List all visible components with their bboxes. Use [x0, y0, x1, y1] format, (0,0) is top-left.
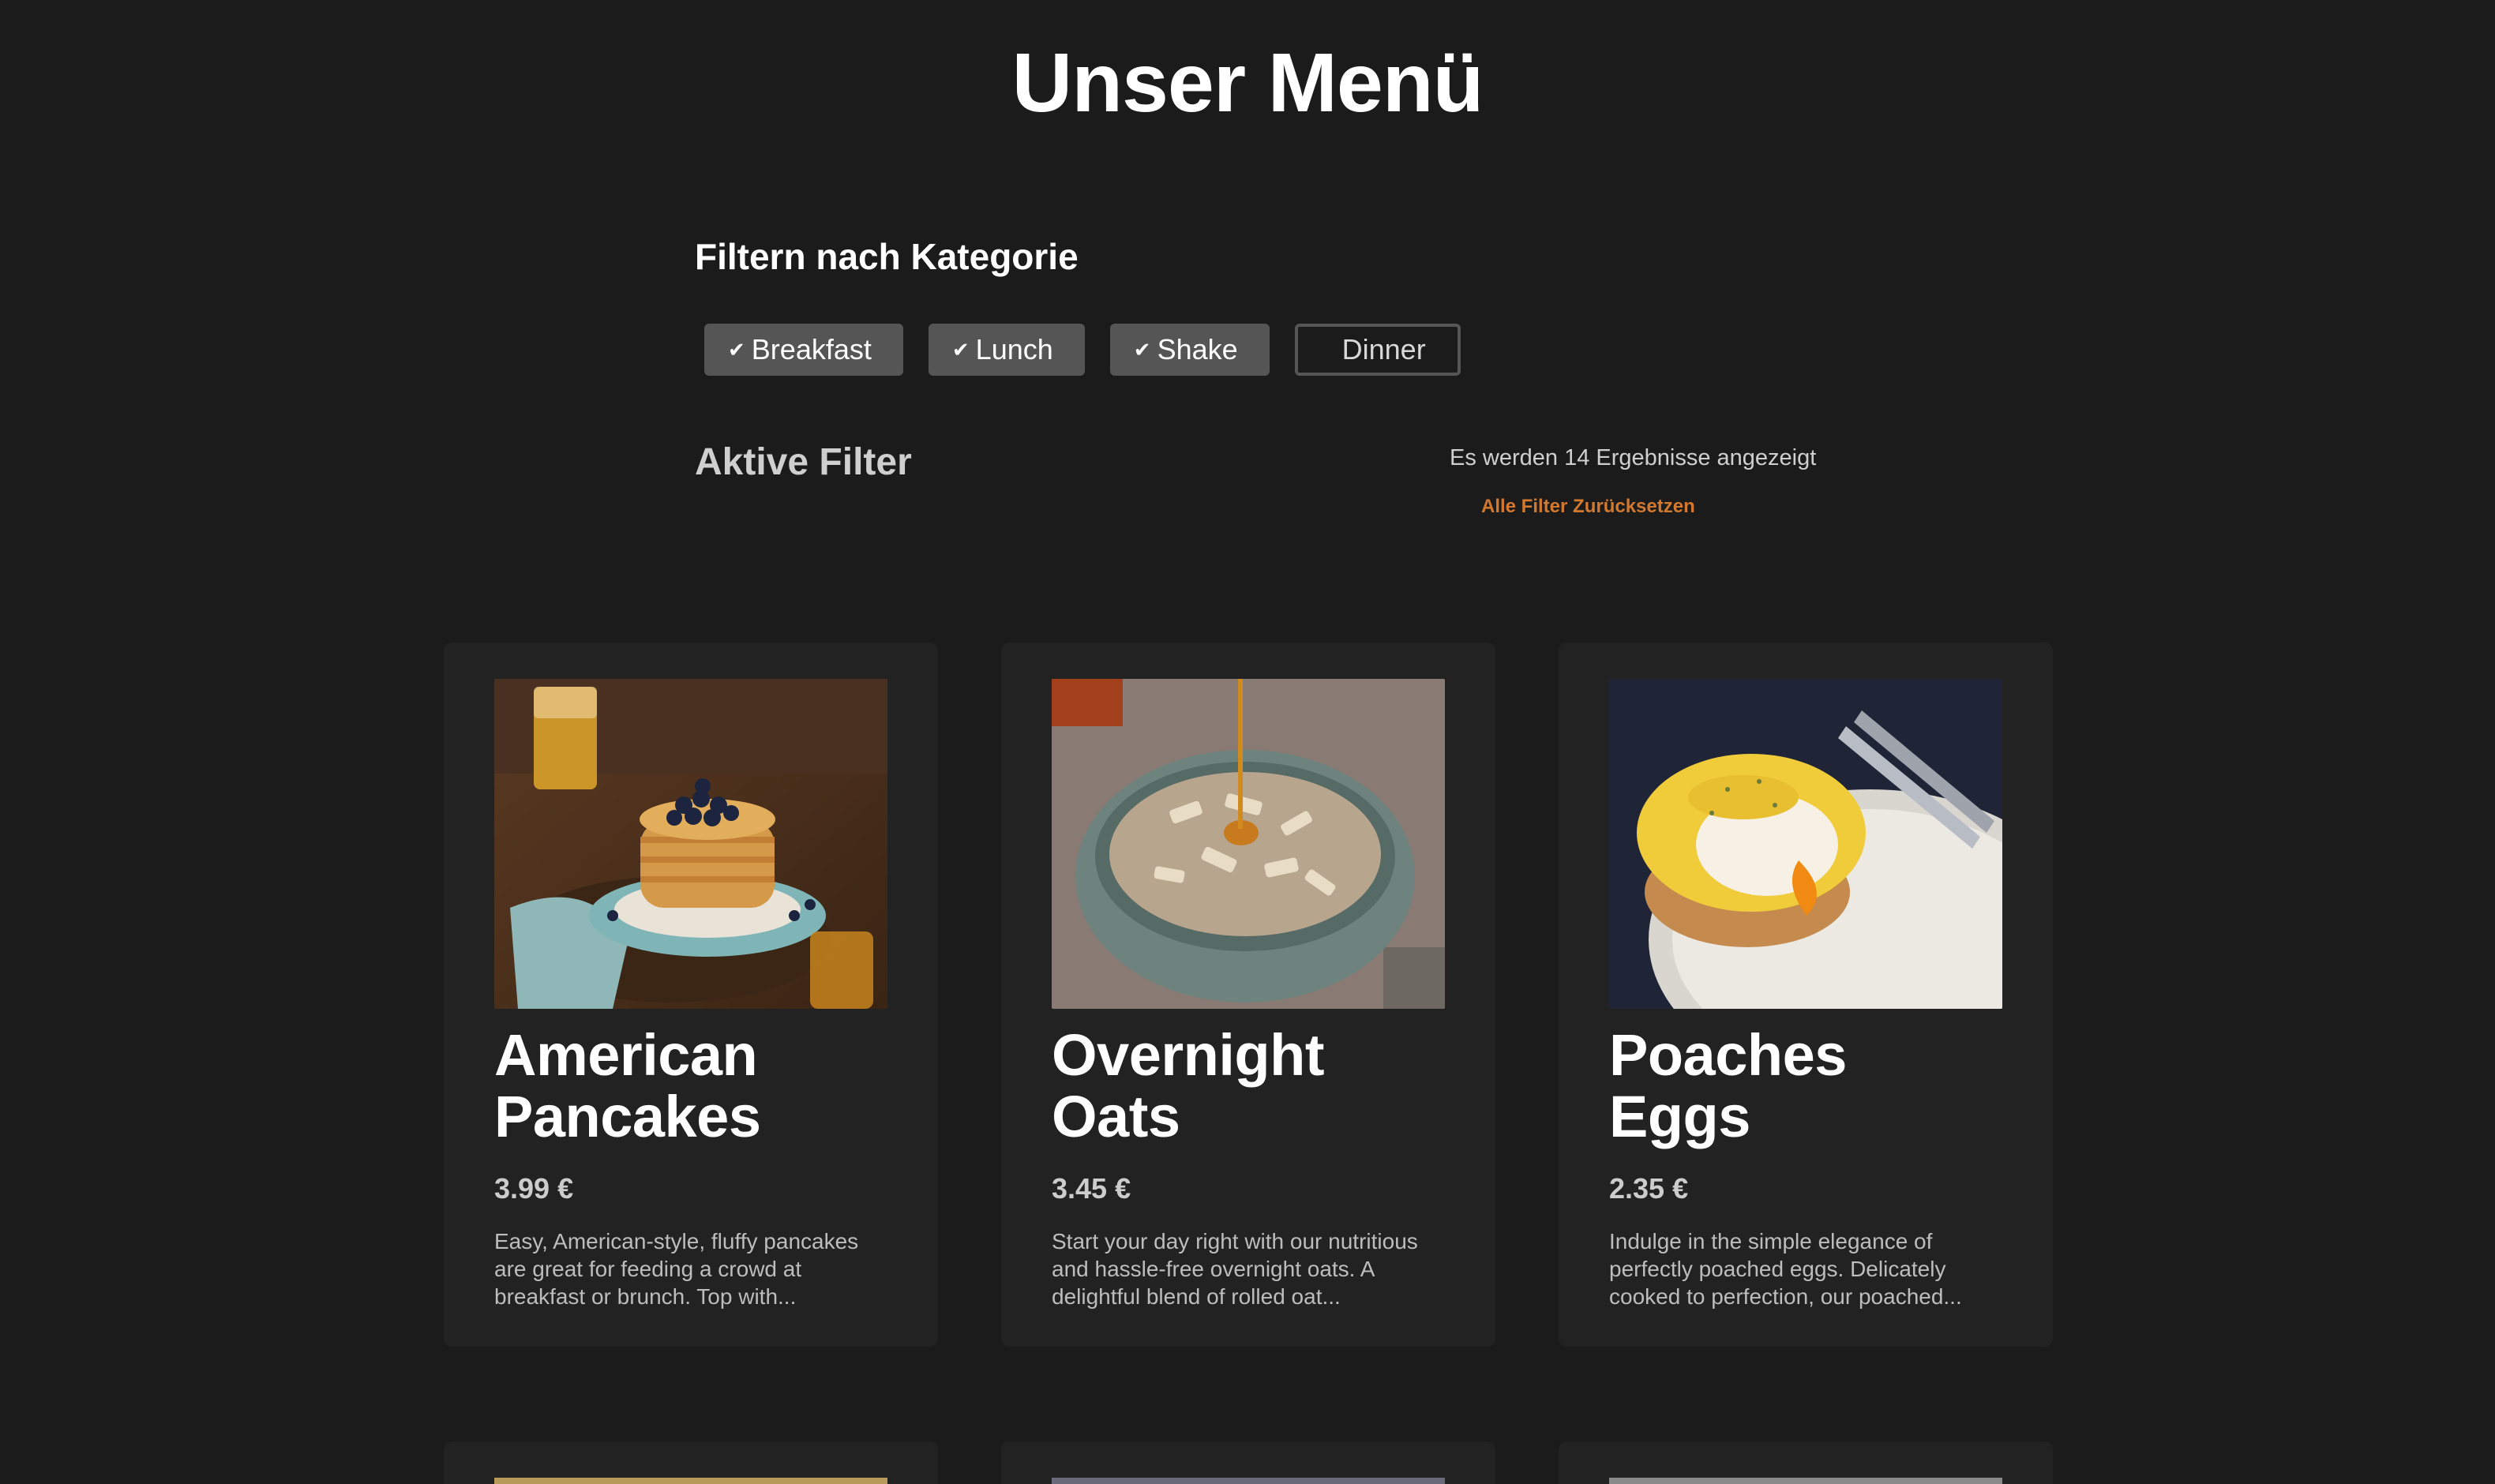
card-description: Indulge in the simple elegance of perfec…: [1609, 1229, 1962, 1310]
filter-button-breakfast[interactable]: ✔ Breakfast: [704, 324, 903, 376]
menu-card[interactable]: Poaches Eggs 2.35 € Indulge in the simpl…: [1559, 643, 2053, 1347]
card-description: Start your day right with our nutritious…: [1052, 1229, 1418, 1310]
menu-card[interactable]: Overnight Oats 3.45 € Start your day rig…: [1001, 643, 1495, 1347]
menu-card[interactable]: [444, 1441, 938, 1484]
card-title: Overnight Oats: [1052, 1022, 1324, 1149]
filter-label: Breakfast: [751, 333, 872, 365]
category-filter-group: ✔ Breakfast ✔ Lunch ✔ Shake Dinner: [704, 324, 1461, 376]
oats-photo: [1052, 679, 1445, 1009]
pancakes-photo: [494, 679, 887, 1009]
checkmark-icon: ✔: [728, 337, 745, 362]
food-photo: [1052, 1478, 1445, 1484]
card-price: 2.35 €: [1609, 1172, 1689, 1205]
page-title: Unser Menü: [1011, 36, 1484, 129]
card-title: American Pancakes: [494, 1022, 761, 1149]
filter-button-dinner[interactable]: Dinner: [1294, 324, 1461, 376]
filter-label: Lunch: [975, 333, 1053, 365]
card-description: Easy, American-style, fluffy pancakes ar…: [494, 1229, 859, 1310]
eggs-photo: [1609, 679, 2002, 1009]
card-title: Poaches Eggs: [1609, 1022, 1847, 1149]
active-filters-label: Aktive Filter: [695, 441, 912, 483]
food-photo: [494, 1478, 887, 1484]
filter-label: Dinner: [1341, 333, 1426, 365]
checkmark-icon: ✔: [951, 337, 970, 362]
menu-card[interactable]: [1559, 1441, 2053, 1484]
checkmark-icon: ✔: [1133, 337, 1151, 362]
filter-label: Shake: [1157, 333, 1238, 365]
filter-button-shake[interactable]: ✔ Shake: [1109, 324, 1270, 376]
menu-card[interactable]: [1001, 1441, 1495, 1484]
reset-filters-link[interactable]: Alle Filter Zurücksetzen: [1481, 496, 1695, 518]
menu-page: Unser Menü Filtern nach Kategorie ✔ Brea…: [0, 0, 2495, 1484]
menu-card[interactable]: American Pancakes 3.99 € Easy, American-…: [444, 643, 938, 1347]
card-price: 3.45 €: [1052, 1172, 1131, 1205]
filter-heading: Filtern nach Kategorie: [695, 236, 1079, 277]
result-count: Es werden 14 Ergebnisse angezeigt: [1450, 445, 1817, 470]
filter-button-lunch[interactable]: ✔ Lunch: [928, 324, 1085, 376]
card-price: 3.99 €: [494, 1172, 574, 1205]
food-photo: [1609, 1478, 2002, 1484]
